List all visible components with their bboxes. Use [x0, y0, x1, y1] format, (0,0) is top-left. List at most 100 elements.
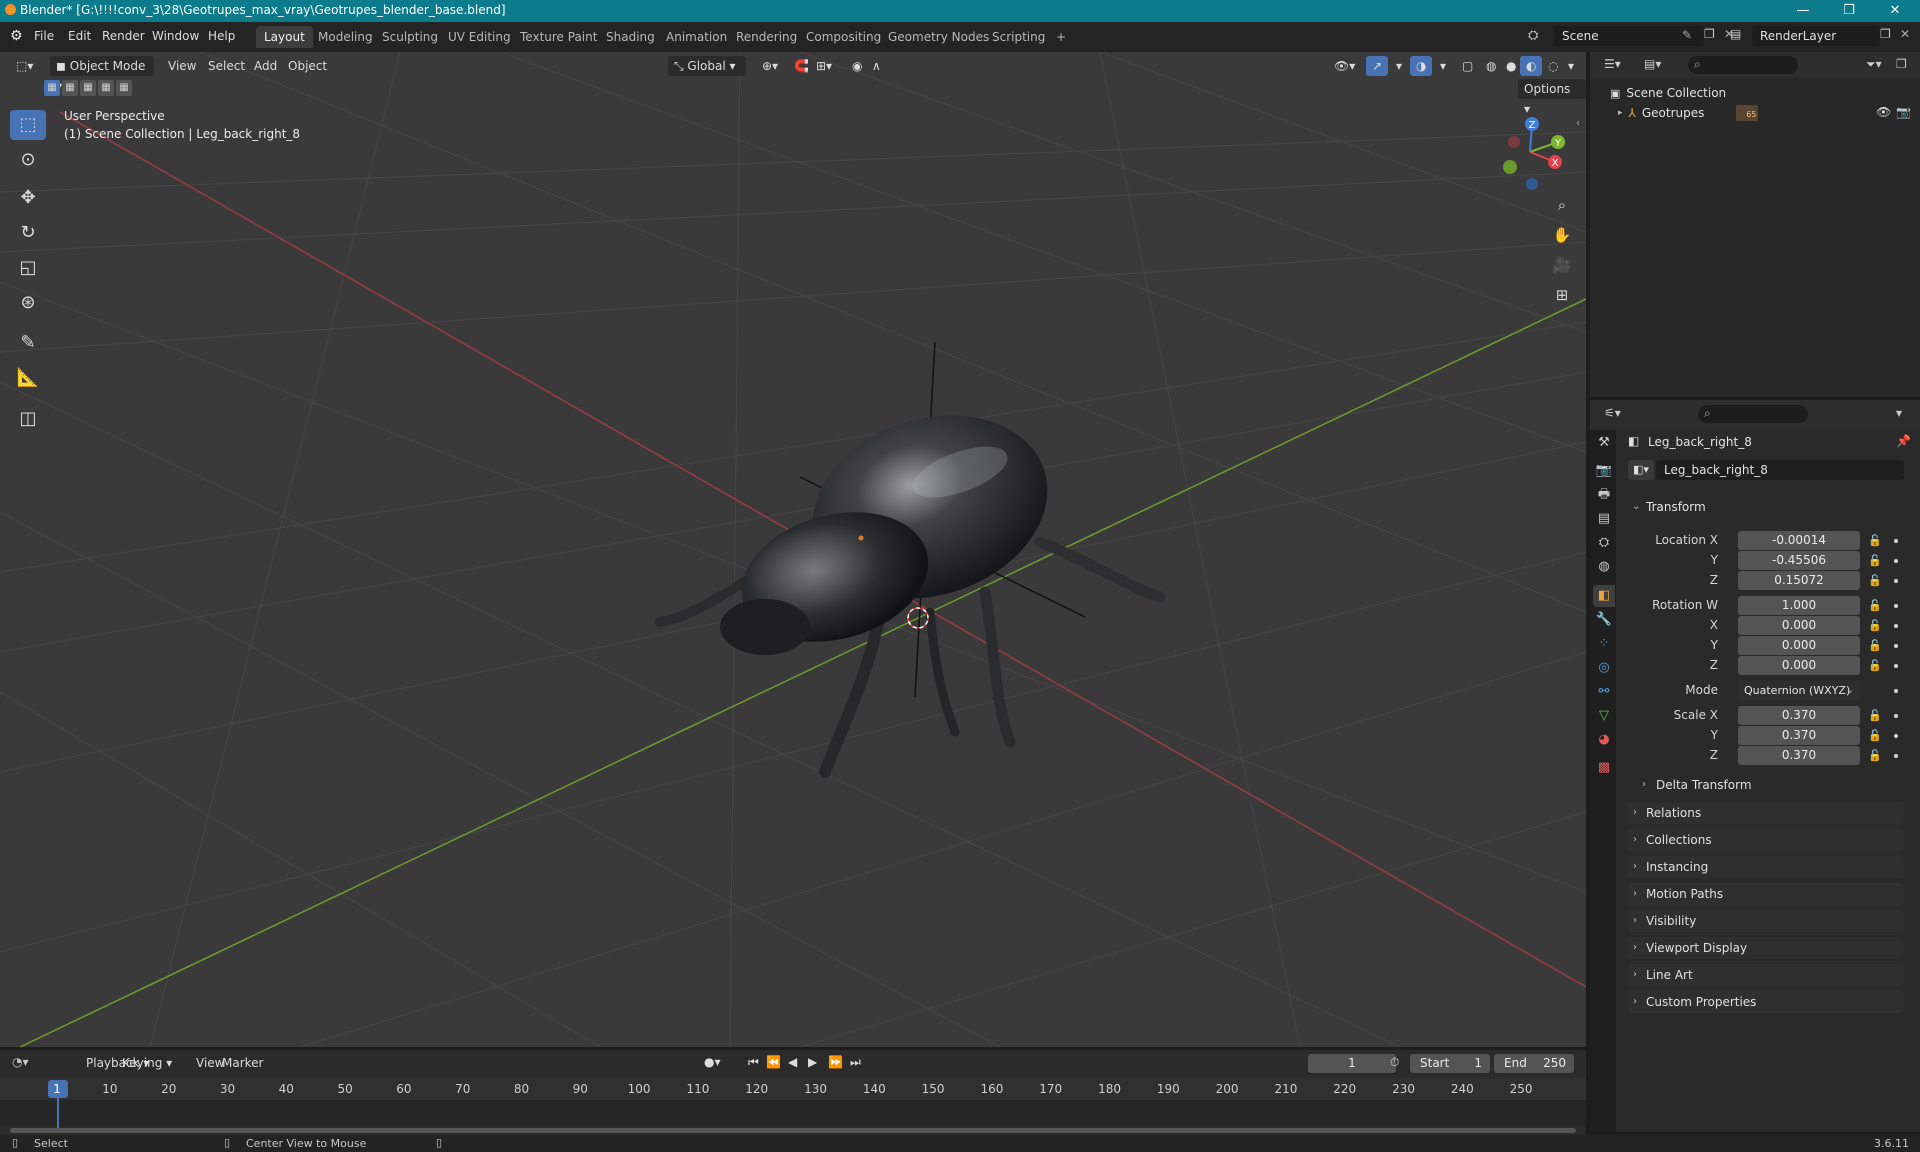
data-tab-icon[interactable]: ▽ [1593, 705, 1615, 727]
object-tab-icon[interactable]: ◧ [1593, 585, 1615, 607]
tab-shading[interactable]: Shading [598, 26, 663, 48]
select-invert-icon[interactable]: ▦ [98, 80, 114, 96]
jump-end-icon[interactable]: ⏭ [850, 1055, 861, 1070]
cursor-tool-icon[interactable]: ⊙ [10, 145, 46, 175]
visibility-panel-header[interactable]: › Visibility [1628, 910, 1904, 932]
pin-icon[interactable]: 📌 [1896, 434, 1911, 448]
rotation-mode-dropdown[interactable]: Quaternion (WXYZ) ⌄ [1738, 681, 1860, 700]
lock-scale-y-icon[interactable]: 🔓 [1868, 729, 1882, 742]
select-intersect-icon[interactable]: ▦ [116, 80, 132, 96]
select-box-tool-icon[interactable]: ⬚ [10, 110, 46, 140]
start-frame-field[interactable]: Start 1 [1410, 1054, 1490, 1073]
new-collection-icon[interactable]: ❐ [1896, 57, 1907, 71]
close-button[interactable]: ✕ [1872, 0, 1918, 22]
auto-keying-icon[interactable]: ●▾ [704, 1055, 721, 1069]
scale-tool-icon[interactable]: ◱ [10, 253, 46, 283]
end-frame-field[interactable]: End 250 [1494, 1054, 1574, 1073]
instancing-panel-header[interactable]: › Instancing [1628, 856, 1904, 878]
move-tool-icon[interactable]: ✥ [10, 183, 46, 213]
view-layer-tab-icon[interactable]: ▤ [1593, 508, 1615, 530]
gizmo-neg-x[interactable] [1508, 136, 1520, 148]
new-scene-icon[interactable]: ❐ [1704, 27, 1715, 41]
properties-editor-icon[interactable]: ⚟▾ [1604, 406, 1621, 420]
zoom-icon[interactable]: ⌕ [1549, 192, 1575, 218]
scale-y-field[interactable]: 0.370 [1738, 726, 1860, 745]
texture-tab-icon[interactable]: ▩ [1593, 757, 1615, 779]
tab-scripting[interactable]: Scripting [984, 26, 1053, 48]
location-y-field[interactable]: -0.45506 [1738, 551, 1860, 570]
keyframe-area[interactable] [0, 1100, 1586, 1126]
keyframe-scale-z-dot[interactable] [1894, 754, 1898, 758]
snap-target-icon[interactable]: ⊞▾ [810, 56, 838, 76]
particles-tab-icon[interactable]: ⁘ [1593, 633, 1615, 655]
constraints-tab-icon[interactable]: ⚯ [1593, 681, 1615, 703]
render-tab-icon[interactable]: 📷 [1593, 460, 1615, 482]
gizmo-dropdown-icon[interactable]: ▾ [1390, 56, 1408, 76]
output-tab-icon[interactable]: 🖶 [1593, 484, 1615, 506]
viewport-display-panel-header[interactable]: › Viewport Display [1628, 937, 1904, 959]
transform-tool-icon[interactable]: ⊛ [10, 288, 46, 318]
view-layer-field[interactable]: RenderLayer [1752, 26, 1880, 46]
editor-type-icon[interactable]: ⬚▾ [10, 56, 39, 76]
timeline-scrollbar[interactable] [10, 1128, 1576, 1133]
line-art-panel-header[interactable]: › Line Art [1628, 964, 1904, 986]
shading-dropdown-icon[interactable]: ▾ [1562, 56, 1580, 76]
visibility-eye-icon[interactable]: 👁 [1876, 105, 1891, 119]
keyframe-rotation-z-dot[interactable] [1894, 664, 1898, 668]
camera-view-icon[interactable]: 🎥 [1549, 252, 1575, 278]
transform-orientation-dropdown[interactable]: ⤡ Global ▾ [668, 56, 746, 76]
menu-object[interactable]: Object [282, 56, 333, 76]
outliner-editor-icon[interactable]: ☰▾ [1604, 57, 1621, 71]
menu-window[interactable]: Window [152, 29, 199, 43]
sidebar-toggle-icon[interactable]: ‹ [1576, 118, 1580, 129]
falloff-icon[interactable]: ∧ [866, 56, 887, 76]
tab-compositing[interactable]: Compositing [798, 26, 889, 48]
lock-scale-x-icon[interactable]: 🔓 [1868, 709, 1882, 722]
tab-texture-paint[interactable]: Texture Paint [512, 26, 605, 48]
scene-icon[interactable]: ⛭ [1528, 28, 1538, 43]
object-browse-icon[interactable]: ◧▾ [1628, 460, 1654, 480]
delete-view-layer-icon[interactable]: ✕ [1900, 27, 1910, 41]
pin-scene-icon[interactable]: ✎ [1682, 28, 1692, 42]
select-extend-icon[interactable]: ▦ [62, 80, 78, 96]
render-camera-icon[interactable]: 📷 [1896, 105, 1911, 119]
jump-next-keyframe-icon[interactable]: ⏩ [828, 1055, 843, 1069]
keyframe-scale-x-dot[interactable] [1894, 714, 1898, 718]
measure-tool-icon[interactable]: 📐 [10, 363, 46, 393]
outliner-row-scene-collection[interactable]: ▣ Scene Collection [1610, 84, 1726, 102]
display-mode-icon[interactable]: ▤▾ [1644, 57, 1661, 71]
menu-add[interactable]: Add [248, 56, 283, 76]
annotate-tool-icon[interactable]: ✎ [10, 328, 46, 358]
material-shading-icon[interactable]: ◐ [1520, 56, 1543, 76]
properties-options-icon[interactable]: ▾ [1896, 406, 1902, 420]
menu-render[interactable]: Render [102, 29, 145, 43]
world-tab-icon[interactable]: ◍ [1593, 556, 1615, 578]
menu-help[interactable]: Help [208, 29, 235, 43]
motion-paths-panel-header[interactable]: › Motion Paths [1628, 883, 1904, 905]
pan-hand-icon[interactable]: ✋ [1549, 222, 1575, 248]
collections-panel-header[interactable]: › Collections [1628, 829, 1904, 851]
add-workspace-button[interactable]: + [1048, 26, 1074, 48]
xray-toggle-icon[interactable]: ▢ [1456, 56, 1479, 76]
jump-prev-keyframe-icon[interactable]: ⏪ [766, 1055, 781, 1069]
keyframe-location-z-dot[interactable] [1894, 579, 1898, 583]
play-icon[interactable]: ▶ [808, 1055, 817, 1069]
menu-file[interactable]: File [34, 29, 54, 43]
rotation-y-field[interactable]: 0.000 [1738, 636, 1860, 655]
delta-transform-subpanel[interactable]: › Delta Transform [1640, 775, 1752, 795]
tool-tab-icon[interactable]: ⚒ [1593, 432, 1615, 454]
lock-rotation-z-icon[interactable]: 🔓 [1868, 659, 1882, 672]
filter-icon[interactable]: ⏷▾ [1866, 57, 1882, 72]
scene-tab-icon[interactable]: ⛭ [1593, 532, 1615, 554]
keyframe-scale-y-dot[interactable] [1894, 734, 1898, 738]
maximize-button[interactable]: ❐ [1826, 0, 1872, 22]
keyframe-location-x-dot[interactable] [1894, 539, 1898, 543]
tab-uv-editing[interactable]: UV Editing [440, 26, 519, 48]
keyframe-mode-dot[interactable] [1894, 689, 1898, 693]
menu-select[interactable]: Select [202, 56, 251, 76]
keyframe-rotation-x-dot[interactable] [1894, 624, 1898, 628]
expand-chevron-icon[interactable]: ▸ [1618, 108, 1623, 118]
selectability-icon[interactable]: 👁▾ [1328, 56, 1361, 76]
minimize-button[interactable]: — [1780, 0, 1826, 22]
gizmo-neg-y[interactable] [1503, 160, 1517, 174]
